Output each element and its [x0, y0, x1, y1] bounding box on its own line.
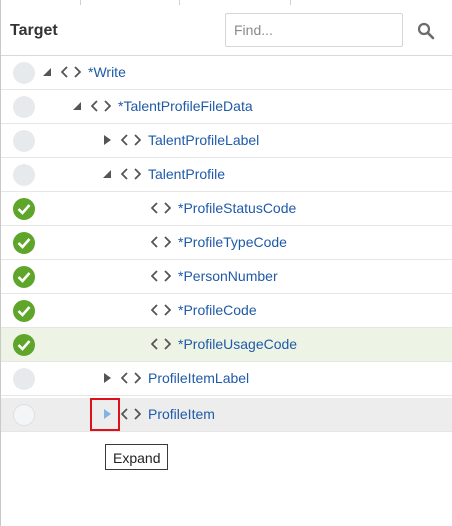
element-tag-icon — [120, 370, 142, 386]
tree-row-profilestatuscode[interactable]: *ProfileStatusCode — [1, 192, 452, 226]
panel-title: Target — [10, 22, 58, 39]
checkmark-icon — [17, 272, 31, 283]
tree-row-talentprofile[interactable]: TalentProfile — [1, 158, 452, 192]
tree-node-label[interactable]: *ProfileCode — [178, 302, 257, 318]
status-indicator — [13, 62, 35, 84]
search-input[interactable] — [225, 13, 403, 47]
element-tag-icon — [120, 132, 142, 148]
tree-row-personnumber[interactable]: *PersonNumber — [1, 260, 452, 294]
search-icon — [417, 22, 435, 40]
tree-row-profileusagecode[interactable]: *ProfileUsageCode — [1, 328, 452, 362]
status-indicator — [13, 232, 35, 254]
tree-node-label[interactable]: ProfileItem — [148, 406, 215, 422]
tree-row-write[interactable]: *Write — [1, 56, 452, 90]
expanded-triangle-icon — [73, 102, 81, 110]
element-tag-icon — [60, 64, 82, 80]
collapsed-triangle-icon — [104, 135, 111, 145]
expanded-triangle-icon — [103, 170, 111, 178]
tree-node-label[interactable]: *ProfileUsageCode — [178, 336, 297, 352]
checkmark-icon — [17, 238, 31, 249]
element-tag-icon — [90, 98, 112, 114]
search-button[interactable] — [413, 18, 439, 44]
collapsed-triangle-icon — [104, 409, 111, 419]
expand-toggle[interactable] — [100, 371, 114, 385]
element-tag-icon — [120, 406, 142, 422]
expand-tooltip: Expand — [105, 444, 169, 470]
collapse-toggle[interactable] — [70, 99, 84, 113]
element-tag-icon — [150, 200, 172, 216]
checkmark-icon — [17, 306, 31, 317]
tree-node-label[interactable]: ProfileItemLabel — [148, 370, 249, 386]
status-indicator — [13, 266, 35, 288]
expand-toggle[interactable] — [100, 407, 114, 421]
status-indicator — [13, 198, 35, 220]
status-indicator — [13, 164, 35, 186]
tree-row-talentprofilefiledata[interactable]: *TalentProfileFileData — [1, 90, 452, 124]
status-indicator — [13, 404, 35, 426]
checkmark-icon — [17, 204, 31, 215]
panel-header: Target — [1, 6, 452, 56]
tree-node-label[interactable]: TalentProfileLabel — [148, 132, 259, 148]
tree-node-label[interactable]: *Write — [88, 64, 126, 80]
element-tag-icon — [120, 166, 142, 182]
tree-row-talentprofilelabel[interactable]: TalentProfileLabel — [1, 124, 452, 158]
tree-node-label[interactable]: *PersonNumber — [178, 268, 278, 284]
status-indicator — [13, 334, 35, 356]
element-tag-icon — [150, 234, 172, 250]
status-indicator — [13, 300, 35, 322]
tree-node-label[interactable]: *ProfileTypeCode — [178, 234, 287, 250]
tab-strip — [1, 0, 452, 5]
status-indicator — [13, 368, 35, 390]
tree-row-profileitem[interactable]: ProfileItem — [1, 398, 452, 432]
expanded-triangle-icon — [43, 68, 51, 76]
element-tag-icon — [150, 268, 172, 284]
tree-row-profiletypecode[interactable]: *ProfileTypeCode — [1, 226, 452, 260]
collapsed-triangle-icon — [104, 373, 111, 383]
checkmark-icon — [17, 340, 31, 351]
collapse-toggle[interactable] — [100, 167, 114, 181]
status-indicator — [13, 130, 35, 152]
tree-node-label[interactable]: *TalentProfileFileData — [118, 98, 253, 114]
tree-row-profilecode[interactable]: *ProfileCode — [1, 294, 452, 328]
element-tag-icon — [150, 336, 172, 352]
status-indicator — [13, 96, 35, 118]
tree-node-label[interactable]: TalentProfile — [148, 166, 225, 182]
element-tag-icon — [150, 302, 172, 318]
tree-node-label[interactable]: *ProfileStatusCode — [178, 200, 296, 216]
expand-toggle[interactable] — [100, 133, 114, 147]
tree-row-profileitemlabel[interactable]: ProfileItemLabel — [1, 362, 452, 396]
target-panel: Target *Write — [0, 0, 452, 526]
collapse-toggle[interactable] — [40, 65, 54, 79]
